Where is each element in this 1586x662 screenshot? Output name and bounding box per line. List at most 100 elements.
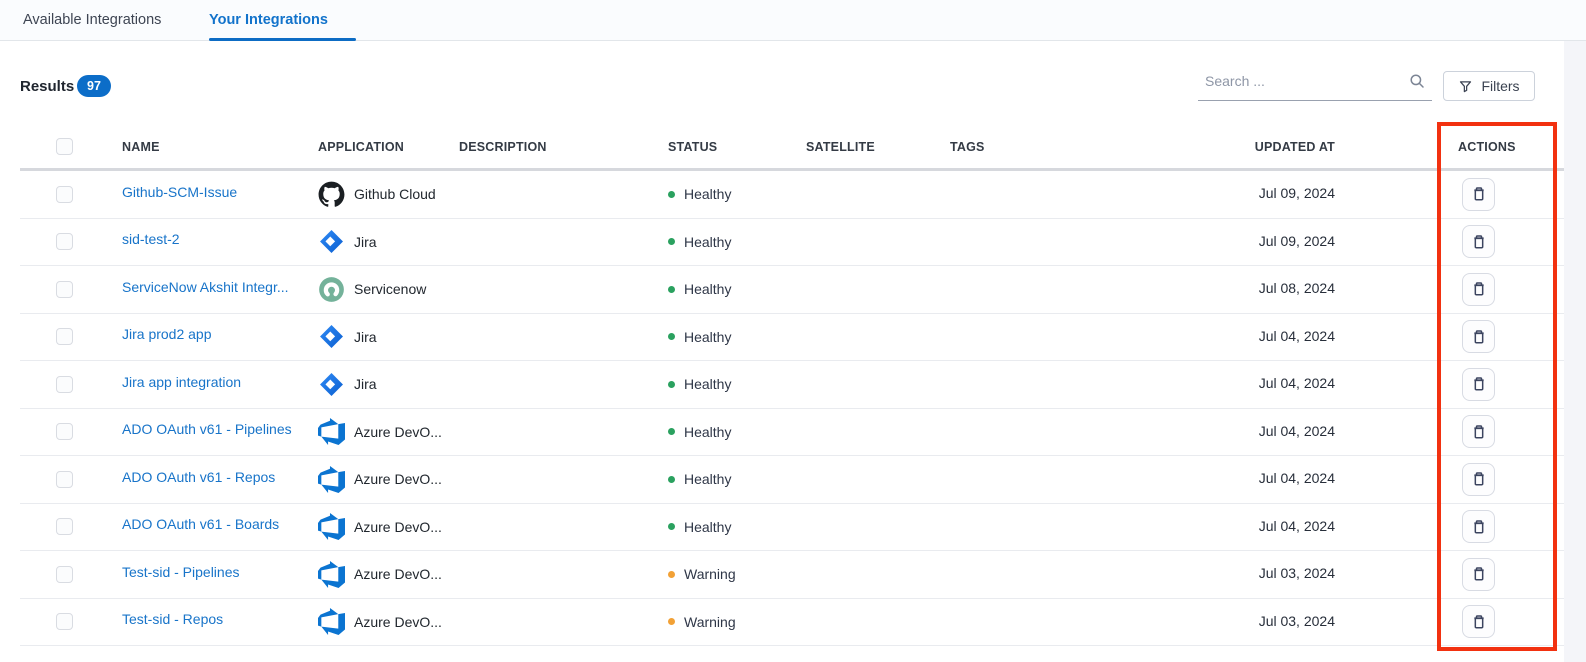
row-name-link[interactable]: ADO OAuth v61 - Pipelines — [122, 421, 292, 437]
delete-button[interactable] — [1462, 510, 1495, 543]
tab-your-integrations[interactable]: Your Integrations — [209, 0, 328, 40]
updated-at: Jul 03, 2024 — [1259, 613, 1335, 629]
delete-button[interactable] — [1462, 368, 1495, 401]
status-dot — [668, 286, 675, 293]
status-label: Healthy — [684, 234, 731, 250]
updated-at: Jul 04, 2024 — [1259, 518, 1335, 534]
scrollbar-gutter — [1564, 41, 1586, 662]
azure-devops-icon — [318, 466, 345, 493]
updated-at: Jul 09, 2024 — [1259, 233, 1335, 249]
delete-button[interactable] — [1462, 225, 1495, 258]
application-label: Azure DevO... — [354, 519, 442, 535]
table-row: ServiceNow Akshit Integr... Servicenow H… — [20, 266, 1566, 314]
updated-at: Jul 09, 2024 — [1259, 185, 1335, 201]
row-name-link[interactable]: ADO OAuth v61 - Boards — [122, 516, 279, 532]
table-row: Test-sid - Pipelines Azure DevO... Warni… — [20, 551, 1566, 599]
row-checkbox[interactable] — [56, 376, 73, 393]
row-name-link[interactable]: ADO OAuth v61 - Repos — [122, 469, 275, 485]
col-header-status: STATUS — [655, 140, 790, 154]
application-label: Azure DevO... — [354, 471, 442, 487]
row-name-link[interactable]: ServiceNow Akshit Integr... — [122, 279, 289, 295]
filter-funnel-icon — [1458, 79, 1473, 94]
row-checkbox[interactable] — [56, 281, 73, 298]
filters-label: Filters — [1481, 78, 1519, 94]
status-dot — [668, 523, 675, 530]
delete-button[interactable] — [1462, 558, 1495, 591]
delete-button[interactable] — [1462, 415, 1495, 448]
updated-at: Jul 04, 2024 — [1259, 375, 1335, 391]
application-label: Azure DevO... — [354, 566, 442, 582]
col-header-name: NAME — [100, 140, 296, 154]
status-label: Healthy — [684, 186, 731, 202]
status-dot — [668, 238, 675, 245]
trash-icon — [1470, 233, 1488, 251]
row-name-link[interactable]: Test-sid - Pipelines — [122, 564, 240, 580]
application-label: Jira — [354, 376, 377, 392]
integrations-table: NAME APPLICATION DESCRIPTION STATUS SATE… — [20, 125, 1566, 646]
search-input[interactable] — [1198, 73, 1408, 95]
results-count-badge: 97 — [77, 75, 111, 97]
col-header-actions: ACTIONS — [1345, 140, 1566, 154]
row-checkbox[interactable] — [56, 423, 73, 440]
azure-devops-icon — [318, 561, 345, 588]
tab-available-integrations[interactable]: Available Integrations — [23, 0, 161, 40]
row-name-link[interactable]: sid-test-2 — [122, 231, 180, 247]
status-dot — [668, 333, 675, 340]
results-label: Results — [20, 78, 74, 95]
select-all-checkbox[interactable] — [56, 138, 73, 155]
table-row: ADO OAuth v61 - Boards Azure DevO... Hea… — [20, 504, 1566, 552]
row-name-link[interactable]: Github-SCM-Issue — [122, 184, 237, 200]
application-label: Jira — [354, 234, 377, 250]
status-label: Warning — [684, 566, 736, 582]
filters-button[interactable]: Filters — [1443, 71, 1535, 101]
updated-at: Jul 08, 2024 — [1259, 280, 1335, 296]
row-name-link[interactable]: Jira app integration — [122, 374, 241, 390]
status-dot — [668, 618, 675, 625]
row-checkbox[interactable] — [56, 471, 73, 488]
row-checkbox[interactable] — [56, 328, 73, 345]
row-checkbox[interactable] — [56, 233, 73, 250]
delete-button[interactable] — [1462, 273, 1495, 306]
trash-icon — [1470, 565, 1488, 583]
updated-at: Jul 03, 2024 — [1259, 565, 1335, 581]
jira-icon — [318, 323, 345, 350]
row-checkbox[interactable] — [56, 518, 73, 535]
table-header: NAME APPLICATION DESCRIPTION STATUS SATE… — [20, 125, 1566, 171]
col-header-description: DESCRIPTION — [446, 140, 655, 154]
updated-at: Jul 04, 2024 — [1259, 328, 1335, 344]
row-name-link[interactable]: Jira prod2 app — [122, 326, 212, 342]
trash-icon — [1470, 375, 1488, 393]
jira-icon — [318, 371, 345, 398]
azure-devops-icon — [318, 418, 345, 445]
status-dot — [668, 476, 675, 483]
status-dot — [668, 381, 675, 388]
updated-at: Jul 04, 2024 — [1259, 423, 1335, 439]
status-label: Healthy — [684, 471, 731, 487]
table-row: Test-sid - Repos Azure DevO... Warning J… — [20, 599, 1566, 647]
status-dot — [668, 571, 675, 578]
row-name-link[interactable]: Test-sid - Repos — [122, 611, 223, 627]
trash-icon — [1470, 470, 1488, 488]
status-label: Warning — [684, 614, 736, 630]
active-tab-underline — [209, 38, 356, 41]
col-header-satellite: SATELLITE — [790, 140, 935, 154]
servicenow-icon — [318, 276, 345, 303]
table-row: ADO OAuth v61 - Repos Azure DevO... Heal… — [20, 456, 1566, 504]
table-row: ADO OAuth v61 - Pipelines Azure DevO... … — [20, 409, 1566, 457]
table-row: Jira app integration Jira — [20, 361, 1566, 409]
row-checkbox[interactable] — [56, 186, 73, 203]
trash-icon — [1470, 423, 1488, 441]
delete-button[interactable] — [1462, 463, 1495, 496]
trash-icon — [1470, 280, 1488, 298]
row-checkbox[interactable] — [56, 613, 73, 630]
trash-icon — [1470, 185, 1488, 203]
col-header-updated-at: UPDATED AT — [1150, 140, 1345, 154]
application-label: Azure DevO... — [354, 424, 442, 440]
table-body: Github-SCM-Issue Github Cloud Healthy Ju… — [20, 171, 1566, 646]
application-label: Azure DevO... — [354, 614, 442, 630]
row-checkbox[interactable] — [56, 566, 73, 583]
delete-button[interactable] — [1462, 605, 1495, 638]
delete-button[interactable] — [1462, 320, 1495, 353]
search-icon — [1408, 72, 1426, 90]
delete-button[interactable] — [1462, 178, 1495, 211]
